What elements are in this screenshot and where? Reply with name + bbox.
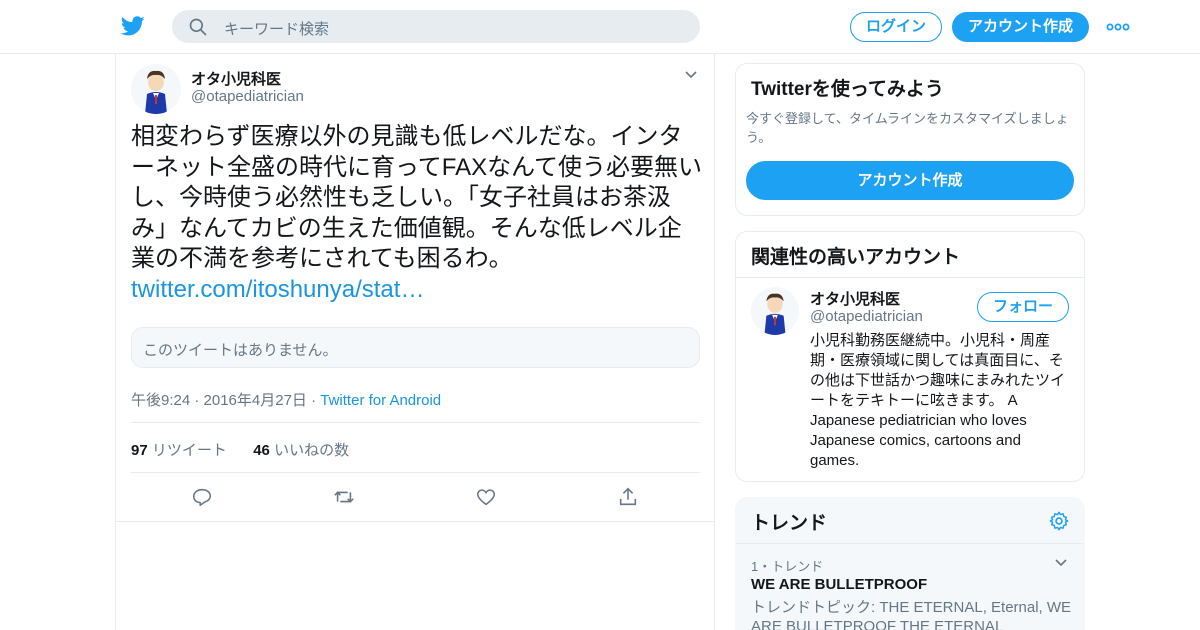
retweet-count[interactable]: 97: [131, 442, 148, 459]
tweet-timestamp[interactable]: 午後9:24 · 2016年4月27日: [131, 392, 307, 409]
top-navigation-bar: キーワード検索 ログイン アカウント作成: [0, 0, 1200, 54]
meta-separator: ·: [311, 392, 317, 409]
tweet-author-name[interactable]: オタ小児科医: [191, 68, 281, 89]
search-placeholder[interactable]: キーワード検索: [224, 18, 329, 39]
quote-unavailable-text: このツイートはありません。: [143, 342, 338, 359]
search-bar[interactable]: キーワード検索: [172, 10, 700, 43]
trends-card: トレンド 1・トレンド WE ARE BULLETPROOF トレンドトピック:…: [735, 497, 1085, 630]
avatar-illustration: [131, 64, 181, 114]
signup-button[interactable]: アカウント作成: [952, 12, 1089, 42]
related-account-name[interactable]: オタ小児科医: [810, 288, 900, 309]
trend-rank: 1・トレンド: [751, 559, 824, 574]
follow-button[interactable]: フォロー: [977, 292, 1069, 322]
twitter-bird-icon[interactable]: [120, 14, 146, 38]
tweet-text: 相変わらず医療以外の見識も低レベルだな。インターネット全盛の時代に育ってFAXな…: [131, 122, 703, 305]
trend-name[interactable]: WE ARE BULLETPROOF: [751, 576, 927, 593]
more-dots-icon[interactable]: [1106, 17, 1130, 37]
tweet-column: オタ小児科医 @otapediatrician 相変わらず医療以外の見識も低レベ…: [115, 54, 715, 630]
signup-card-description: 今すぐ登録して、タイムラインをカスタマイズしましょう。: [746, 111, 1069, 145]
tweet-link[interactable]: twitter.com/itoshunya/stat…: [131, 275, 703, 306]
divider: [116, 521, 715, 522]
tweet-source[interactable]: Twitter for Android: [320, 392, 441, 409]
avatar-illustration: [751, 287, 799, 335]
avatar[interactable]: [751, 287, 799, 335]
login-button[interactable]: ログイン: [850, 12, 942, 42]
tweet-author-handle[interactable]: @otapediatrician: [191, 88, 304, 105]
create-account-button[interactable]: アカウント作成: [746, 161, 1074, 200]
related-accounts-title: 関連性の高いアカウント: [751, 247, 961, 268]
trends-title: トレンド: [751, 513, 828, 534]
retweet-icon[interactable]: [333, 486, 355, 508]
avatar[interactable]: [131, 64, 181, 114]
related-accounts-card: 関連性の高いアカウント オタ小児科医 @otapediatrician フォロー…: [735, 231, 1085, 482]
like-count[interactable]: 46: [253, 442, 270, 459]
divider: [131, 472, 700, 473]
tweet-stats: 97 リツイート 46 いいねの数: [131, 439, 349, 460]
trend-description: トレンドトピック: THE ETERNAL, Eternal, WE ARE B…: [751, 599, 1072, 630]
divider: [736, 277, 1084, 278]
tweet-metadata: 午後9:24 · 2016年4月27日 · Twitter for Androi…: [131, 389, 441, 410]
chevron-down-icon[interactable]: [684, 68, 698, 82]
retweet-label[interactable]: リツイート: [152, 442, 227, 459]
gear-icon[interactable]: [1048, 510, 1070, 532]
related-account-handle[interactable]: @otapediatrician: [810, 308, 923, 325]
reply-icon[interactable]: [191, 486, 213, 508]
signup-card: Twitterを使ってみよう 今すぐ登録して、タイムラインをカスタマイズしましょ…: [735, 63, 1085, 216]
share-icon[interactable]: [617, 486, 639, 508]
chevron-down-icon[interactable]: [1054, 556, 1068, 570]
signup-card-title: Twitterを使ってみよう: [751, 79, 944, 100]
unavailable-quote-tweet: このツイートはありません。: [131, 327, 700, 368]
search-icon: [189, 18, 207, 36]
divider: [736, 543, 1084, 544]
related-account-bio: 小児科勤務医継続中。小児科・周産期・医療領域に関しては真面目に、その他は下世話か…: [810, 332, 1066, 469]
like-label[interactable]: いいねの数: [274, 442, 349, 459]
divider: [131, 422, 700, 423]
like-icon[interactable]: [475, 486, 497, 508]
tweet-body: 相変わらず医療以外の見識も低レベルだな。インターネット全盛の時代に育ってFAXな…: [131, 123, 702, 272]
